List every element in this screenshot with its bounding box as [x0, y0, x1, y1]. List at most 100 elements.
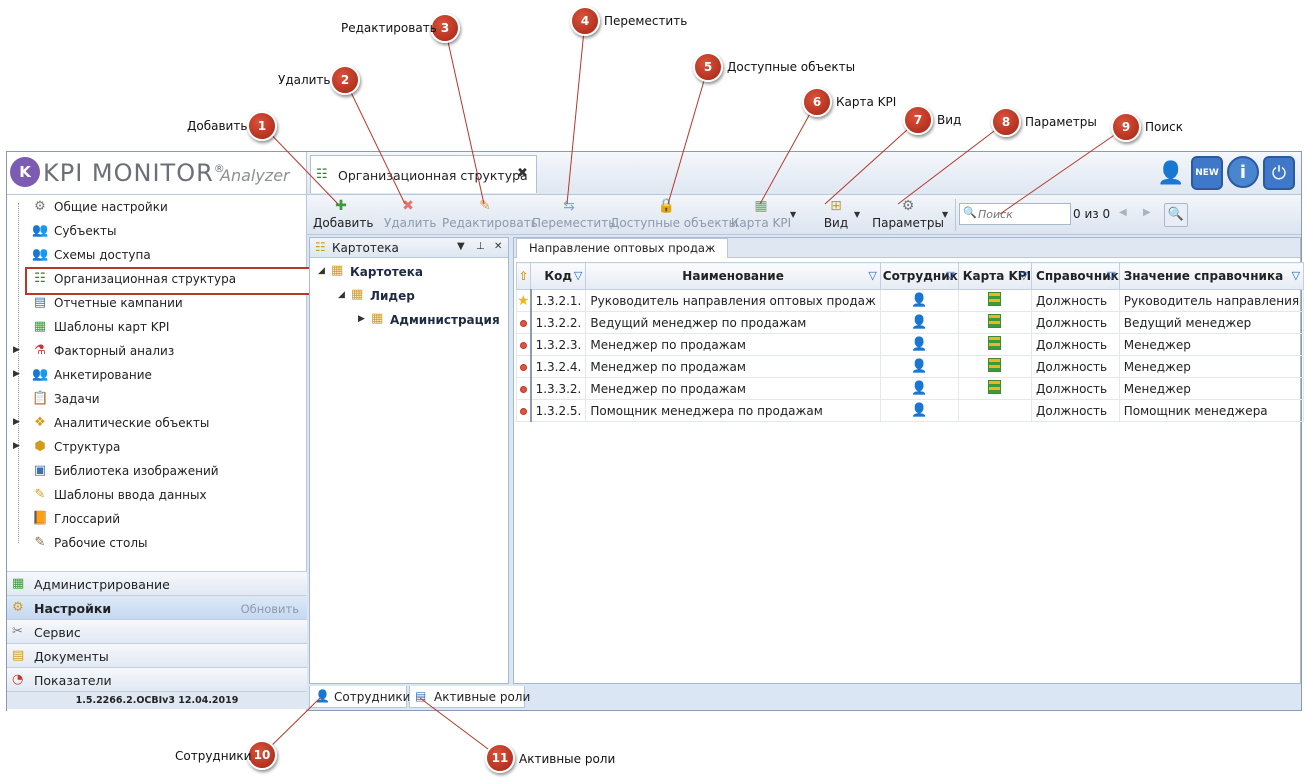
tab-employees[interactable]: 👤 Сотрудники: [309, 686, 410, 708]
section-indicators[interactable]: ◔ Показатели: [7, 667, 307, 691]
sidebar-item-image-library[interactable]: ▣ Библиотека изображений: [7, 461, 307, 483]
edit-button[interactable]: ✎ Редактировать: [442, 196, 538, 234]
section-documents[interactable]: ▤ Документы: [7, 643, 307, 667]
sidebar-item-access-schemes[interactable]: 👥 Схемы доступа: [7, 245, 307, 267]
prev-result-icon[interactable]: ◀: [1119, 207, 1127, 218]
tab-wholesale-direction[interactable]: Направление оптовых продаж: [516, 238, 729, 258]
sidebar-item-structure[interactable]: ▶ ⬢ Структура: [7, 437, 307, 459]
power-icon[interactable]: ⏻: [1263, 156, 1295, 190]
cell-kpi-map[interactable]: [957, 289, 1033, 312]
view-button[interactable]: ⊞ Вид ▼: [810, 196, 862, 234]
chevron-down-icon[interactable]: ▼: [790, 210, 796, 219]
refresh-link[interactable]: Обновить: [241, 602, 299, 616]
cell-kpi-map[interactable]: [957, 355, 1033, 378]
search-field[interactable]: 🔍: [959, 203, 1071, 225]
sidebar-item-analytic-objects[interactable]: ▶ ❖ Аналитические объекты: [7, 413, 307, 435]
table-row[interactable]: 1.3.2.5. Помощник менеджера по продажам …: [515, 399, 1305, 422]
close-tab-icon[interactable]: ✖: [517, 166, 528, 181]
next-result-icon[interactable]: ▶: [1143, 207, 1151, 218]
column-header-reference[interactable]: Справочник ▽: [1031, 262, 1120, 290]
section-administration[interactable]: ▦ Администрирование: [7, 571, 307, 595]
parameters-button[interactable]: ⚙ Параметры ▼: [867, 196, 949, 234]
dropdown-icon[interactable]: ▼: [457, 241, 465, 252]
sidebar-item-survey[interactable]: ▶ 👥 Анкетирование: [7, 365, 307, 387]
column-header-reference-value[interactable]: Значение справочника ▽: [1118, 262, 1305, 290]
callout-4: 4: [570, 6, 600, 36]
filter-icon[interactable]: ▽: [574, 269, 582, 282]
expand-icon[interactable]: ▶: [358, 314, 365, 324]
sidebar: ⚙ Общие настройки 👥 Субъекты 👥 Схемы дос…: [7, 195, 311, 712]
header-icon-cell[interactable]: ⇧: [515, 262, 532, 290]
cell-employee[interactable]: 👤: [879, 289, 959, 312]
section-settings[interactable]: ⚙ Настройки Обновить: [7, 595, 307, 619]
filter-icon[interactable]: ▽: [1292, 269, 1300, 282]
row-marker: [515, 355, 532, 378]
add-button[interactable]: ✚ Добавить: [313, 196, 373, 234]
cell-kpi-map[interactable]: [957, 333, 1033, 356]
delete-button[interactable]: ✖ Удалить: [384, 196, 437, 234]
callout-5: 5: [693, 52, 723, 82]
sidebar-item-desktops[interactable]: ✎ Рабочие столы: [7, 533, 307, 555]
collapse-icon[interactable]: ◢: [318, 266, 325, 276]
filter-icon[interactable]: ▽: [946, 269, 954, 282]
catalog-title: Картотека: [332, 241, 399, 255]
sidebar-item-kpi-templates[interactable]: ▦ Шаблоны карт KPI: [7, 317, 307, 339]
kpi-map-button[interactable]: ▦ Карта KPI ▼: [727, 196, 796, 234]
sidebar-item-factor-analysis[interactable]: ▶ ⚗ Факторный анализ: [7, 341, 307, 363]
column-header-employee[interactable]: Сотрудник ▽: [879, 262, 959, 290]
sidebar-item-report-campaigns[interactable]: ▤ Отчетные кампании: [7, 293, 307, 315]
table-row[interactable]: ★ 1.3.2.1. Руководитель направления опто…: [515, 289, 1305, 312]
cell-code: 1.3.2.4.: [529, 355, 587, 378]
sidebar-item-tasks[interactable]: 📋 Задачи: [7, 389, 307, 411]
tab-active-roles[interactable]: ▤ Активные роли: [409, 686, 530, 708]
sidebar-item-glossary[interactable]: 📙 Глоссарий: [7, 509, 307, 531]
filter-icon[interactable]: ▽: [1107, 269, 1115, 282]
chevron-down-icon[interactable]: ▼: [942, 210, 948, 219]
expand-icon[interactable]: ▶: [13, 441, 20, 451]
callout-8-label: Параметры: [1025, 115, 1097, 129]
sidebar-item-general-settings[interactable]: ⚙ Общие настройки: [7, 197, 307, 219]
column-header-name[interactable]: Наименование ▽: [585, 262, 881, 290]
section-service[interactable]: ✂ Сервис: [7, 619, 307, 643]
filter-icon[interactable]: ▽: [1020, 269, 1028, 282]
collapse-icon[interactable]: ◢: [338, 290, 345, 300]
pin-icon[interactable]: ⊥: [476, 241, 485, 252]
table-row[interactable]: 1.3.2.4. Менеджер по продажам 👤 Должност…: [515, 355, 1305, 378]
search-input[interactable]: [978, 206, 1068, 222]
cell-employee[interactable]: 👤: [879, 399, 959, 422]
column-header-kpi-map[interactable]: Карта KPI ▽: [957, 262, 1033, 290]
table-row[interactable]: 1.3.3.2. Менеджер по продажам 👤 Должност…: [515, 377, 1305, 400]
section-label: Показатели: [34, 673, 112, 688]
row-marker: [515, 311, 532, 334]
cell-employee[interactable]: 👤: [879, 333, 959, 356]
cell-kpi-map[interactable]: [957, 311, 1033, 334]
column-header-code[interactable]: Код ▽: [530, 262, 587, 290]
sidebar-item-input-templates[interactable]: ✎ Шаблоны ввода данных: [7, 485, 307, 507]
sidebar-item-org-structure[interactable]: ☷ Организационная структура: [25, 267, 311, 295]
close-icon[interactable]: ✕: [494, 241, 502, 252]
roles-icon: ▤: [415, 689, 427, 703]
callout-2-label: Удалить: [278, 73, 331, 87]
tab-org-structure[interactable]: ☷ Организационная структура ✖: [310, 155, 537, 193]
cell-employee[interactable]: 👤: [879, 311, 959, 334]
expand-icon[interactable]: ▶: [13, 369, 20, 379]
cell-employee[interactable]: 👤: [879, 355, 959, 378]
filter-icon[interactable]: ▽: [868, 269, 876, 282]
table-row[interactable]: 1.3.2.2. Ведущий менеджер по продажам 👤 …: [515, 311, 1305, 334]
sidebar-item-subjects[interactable]: 👥 Субъекты: [7, 221, 307, 243]
expand-icon[interactable]: ▶: [13, 417, 20, 427]
user-profile-icon[interactable]: 👤: [1155, 156, 1187, 190]
new-badge-icon[interactable]: NEW: [1191, 156, 1223, 190]
find-button[interactable]: 🔍: [1164, 203, 1188, 227]
expand-icon[interactable]: ▶: [13, 345, 20, 355]
chevron-down-icon[interactable]: ▼: [854, 210, 860, 219]
sidebar-item-label: Факторный анализ: [54, 344, 175, 358]
available-objects-button[interactable]: 🔒 Доступные объекты: [610, 196, 738, 234]
callout-7: 7: [903, 105, 933, 135]
cell-kpi-map[interactable]: [957, 377, 1033, 400]
info-icon[interactable]: i: [1227, 156, 1259, 188]
move-button[interactable]: ⇆ Переместить: [532, 196, 615, 234]
table-row[interactable]: 1.3.2.3. Менеджер по продажам 👤 Должност…: [515, 333, 1305, 356]
callout-6-label: Карта KPI: [836, 95, 897, 109]
cell-employee[interactable]: 👤: [879, 377, 959, 400]
